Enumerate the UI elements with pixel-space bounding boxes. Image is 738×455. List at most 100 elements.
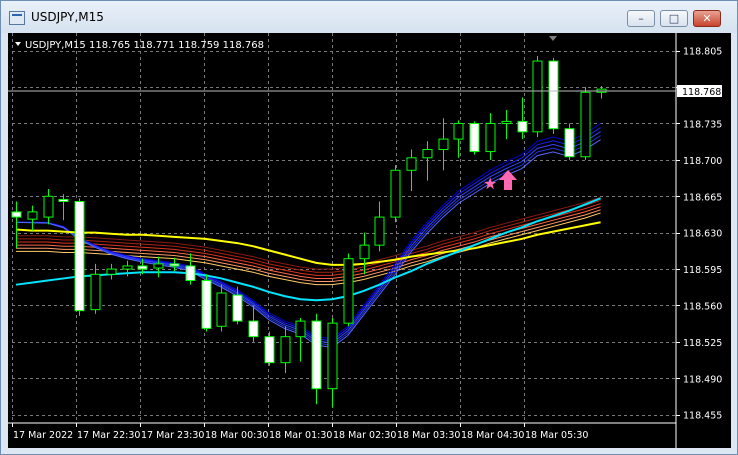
candle xyxy=(27,205,38,231)
candle-body-bull xyxy=(406,157,417,171)
candle xyxy=(453,120,464,158)
y-tick-label: 118.665 xyxy=(683,192,722,203)
y-tick-label: 118.630 xyxy=(683,229,722,240)
chart-window-icon xyxy=(9,11,25,25)
candle xyxy=(280,326,291,374)
y-tick-label: 118.490 xyxy=(683,374,722,385)
x-tick-label: 17 Mar 23:30 xyxy=(141,430,204,441)
chart-shift-marker-icon[interactable] xyxy=(549,36,557,41)
candle-body-bear xyxy=(169,263,180,267)
ohlc-readout: 118.765 118.771 118.759 118.768 xyxy=(89,40,264,51)
candle-body-bull xyxy=(327,322,338,390)
candle xyxy=(422,141,433,181)
candle xyxy=(169,257,180,272)
x-tick-label: 18 Mar 02:30 xyxy=(333,430,396,441)
candle-body-bear xyxy=(548,60,559,130)
candle xyxy=(201,274,212,332)
candle xyxy=(90,263,101,314)
y-tick-label: 118.455 xyxy=(683,411,722,422)
candle xyxy=(596,86,607,99)
candle-body-bear xyxy=(311,320,322,390)
candle-body-bear xyxy=(264,336,275,364)
candle xyxy=(343,253,354,327)
candle xyxy=(532,55,543,137)
close-button[interactable]: ✕ xyxy=(693,10,721,27)
y-tick-label: 118.805 xyxy=(683,47,722,58)
candle-body-bull xyxy=(90,273,101,311)
y-tick-label: 118.560 xyxy=(683,301,722,312)
up-arrow-marker xyxy=(499,170,517,190)
candle-body-bear xyxy=(232,294,243,322)
moving-averages-layer xyxy=(15,123,601,349)
terminal-chart-window: USDJPY,M15 – □ ✕ 118.805 118.735 118.700 11… xyxy=(0,0,738,455)
candle-body-bull xyxy=(43,195,54,218)
candle-body-bull xyxy=(422,148,433,159)
ma-ribbon-blue xyxy=(15,139,601,349)
candle-body-bull xyxy=(280,336,291,364)
ma-line-yellow xyxy=(15,221,601,266)
x-tick-label: 18 Mar 00:30 xyxy=(205,430,268,441)
candle xyxy=(327,317,338,408)
candle xyxy=(390,165,401,223)
candle xyxy=(248,305,259,342)
candle xyxy=(153,256,164,278)
minimize-button[interactable]: – xyxy=(627,10,655,27)
candle xyxy=(216,284,227,332)
candle-body-bear xyxy=(248,320,259,338)
x-tick-label: 18 Mar 05:30 xyxy=(525,430,588,441)
candle xyxy=(106,263,117,280)
candle xyxy=(438,118,449,171)
candle xyxy=(469,121,480,155)
maximize-icon: □ xyxy=(668,12,680,25)
candle xyxy=(485,113,496,160)
candle xyxy=(406,149,417,192)
candle xyxy=(295,317,306,362)
candle-body-bull xyxy=(343,258,354,324)
candle-body-bull xyxy=(453,122,464,140)
ma-ribbon-red xyxy=(16,203,601,276)
x-tick-label: 18 Mar 01:30 xyxy=(269,430,332,441)
candle xyxy=(580,87,591,160)
candle-body-bull xyxy=(359,244,370,260)
candlestick-chart-svg[interactable]: 118.805 118.735 118.700 118.665 118.630 118.5… xyxy=(8,33,731,448)
candle xyxy=(311,313,322,405)
candle xyxy=(548,57,559,134)
candle-body-bull xyxy=(532,60,543,133)
y-tick-label: 118.595 xyxy=(683,265,722,276)
candles-layer xyxy=(11,55,607,408)
candle-body-bull xyxy=(27,211,38,220)
candle xyxy=(74,198,85,316)
maximize-button[interactable]: □ xyxy=(660,10,688,27)
current-price-label: 118.768 xyxy=(682,87,721,98)
symbol-label: USDJPY,M15 xyxy=(25,40,86,51)
candle xyxy=(501,109,512,140)
candle xyxy=(11,201,22,249)
candle xyxy=(264,331,275,366)
x-tick-label: 17 Mar 2022 xyxy=(13,430,73,441)
candle-body-bull xyxy=(374,216,385,246)
y-tick-label: 118.735 xyxy=(683,119,722,130)
candle-body-bear xyxy=(58,198,69,202)
candle-body-bear xyxy=(185,265,196,282)
star-marker: ★ xyxy=(483,174,497,193)
chart-menu-arrow-icon[interactable] xyxy=(15,42,21,46)
y-tick-label: 118.700 xyxy=(683,156,722,167)
candle-body-bear xyxy=(137,265,148,270)
candle-body-bear xyxy=(564,128,575,158)
time-axis: 17 Mar 2022 17 Mar 22:30 17 Mar 23:30 18 Ma… xyxy=(12,423,588,441)
title-bar[interactable]: USDJPY,M15 – □ ✕ xyxy=(1,1,737,33)
close-icon: ✕ xyxy=(702,12,712,25)
candle-body-bear xyxy=(469,122,480,153)
candle-body-bull xyxy=(216,292,227,327)
y-tick-label: 118.525 xyxy=(683,338,722,349)
candle-body-bear xyxy=(517,120,528,133)
x-tick-label: 17 Mar 22:30 xyxy=(77,430,140,441)
price-chart[interactable]: 118.805 118.735 118.700 118.665 118.630 118.5… xyxy=(8,33,731,448)
candle-body-bull xyxy=(122,265,133,270)
candle xyxy=(564,123,575,160)
candle-body-bear xyxy=(201,280,212,329)
candle xyxy=(374,201,385,252)
candle-body-bull xyxy=(153,263,164,269)
candle-body-bull xyxy=(438,138,449,150)
window-title: USDJPY,M15 xyxy=(31,10,104,24)
